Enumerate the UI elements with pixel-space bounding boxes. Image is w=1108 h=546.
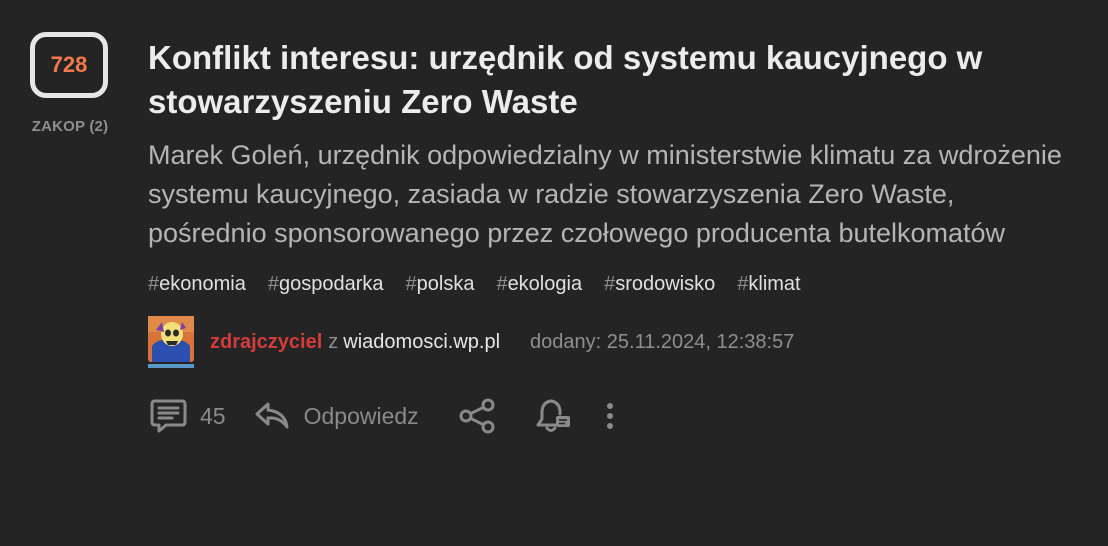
tag-name: ekonomia (159, 273, 246, 295)
tag-hash: # (148, 273, 160, 295)
tag-hash: # (267, 273, 279, 295)
entry-meta: zdrajczyciel z wiadomosci.wp.pl dodany: … (148, 316, 1088, 368)
reply-icon (255, 402, 289, 429)
vote-count: 728 (50, 52, 88, 77)
tag-list: #ekonomia #gospodarka #polska #ekologia … (148, 273, 1088, 296)
source-link[interactable]: wiadomosci.wp.pl (343, 331, 500, 354)
more-vertical-icon (606, 403, 613, 429)
author-link[interactable]: zdrajczyciel (210, 331, 322, 354)
share-button[interactable] (457, 398, 497, 434)
bell-icon (536, 399, 570, 432)
vote-button[interactable]: 728 (30, 32, 108, 98)
tag-name: srodowisko (615, 273, 716, 295)
tag-hash: # (604, 273, 616, 295)
comments-button[interactable]: 45 (148, 398, 226, 434)
tag-link[interactable]: #klimat (737, 273, 800, 296)
entry-description: Marek Goleń, urzędnik odpowiedzialny w m… (148, 140, 1062, 248)
tag-link[interactable]: #polska (406, 273, 475, 296)
from-word: z (328, 330, 339, 353)
avatar[interactable] (148, 316, 194, 368)
entry-content: Konflikt interesu: urzędnik od systemu k… (148, 36, 1088, 438)
more-options-button[interactable] (603, 398, 617, 434)
tag-link[interactable]: #ekonomia (148, 273, 246, 296)
notify-button[interactable] (533, 397, 573, 435)
tag-link[interactable]: #gospodarka (268, 273, 384, 296)
tag-name: gospodarka (278, 273, 384, 295)
skeletor-avatar-icon (148, 316, 194, 368)
tag-link[interactable]: #ekologia (496, 273, 582, 296)
tag-link[interactable]: #srodowisko (604, 273, 715, 296)
vote-column: 728 ZAKOP (2) (26, 32, 116, 135)
comments-count: 45 (200, 402, 226, 429)
entry-title[interactable]: Konflikt interesu: urzędnik od systemu k… (148, 36, 1088, 124)
action-bar: 45 Odpowiedz (148, 394, 1088, 438)
share-icon (459, 398, 495, 434)
added-date: dodany: 25.11.2024, 12:38:57 (530, 330, 795, 353)
tag-hash: # (405, 273, 417, 295)
tag-name: polska (416, 273, 475, 295)
comments-icon (150, 399, 187, 433)
entry: 728 ZAKOP (2) Konflikt interesu: urzędni… (0, 0, 1108, 546)
tag-hash: # (737, 273, 749, 295)
tag-name: klimat (748, 273, 801, 295)
tag-hash: # (496, 273, 508, 295)
reply-button[interactable]: Odpowiedz (254, 399, 419, 433)
reply-label: Odpowiedz (303, 402, 419, 429)
bury-button[interactable]: ZAKOP (2) (24, 118, 116, 135)
tag-name: ekologia (507, 273, 583, 295)
